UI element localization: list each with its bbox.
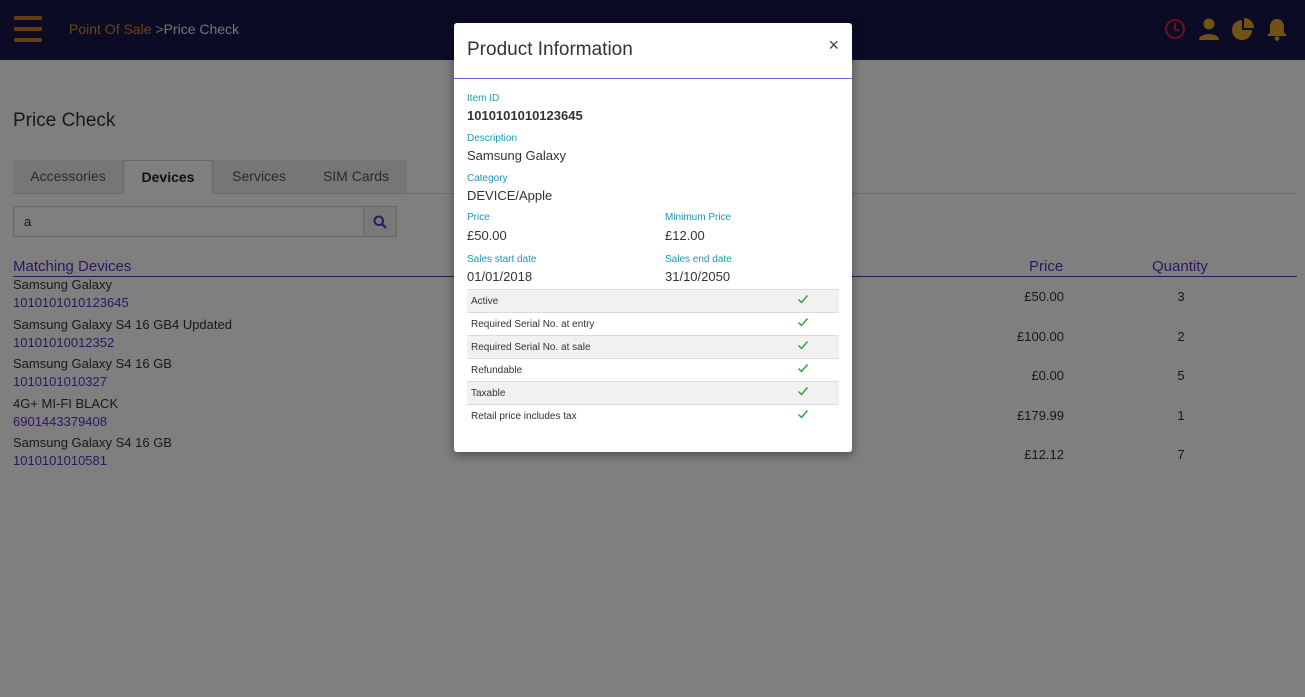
product-information-modal: Product Information × Item ID 1010101010… xyxy=(454,23,852,452)
flag-row: Taxable xyxy=(467,381,839,404)
sales-start-label: Sales start date xyxy=(467,254,537,265)
flag-row: Refundable xyxy=(467,358,839,381)
check-icon xyxy=(797,339,809,354)
sales-end-label: Sales end date xyxy=(665,254,732,265)
flag-label: Active xyxy=(471,296,499,307)
modal-title: Product Information xyxy=(467,39,633,60)
check-icon xyxy=(797,293,809,308)
price-label: Price xyxy=(467,212,490,223)
flag-label: Retail price includes tax xyxy=(471,411,577,422)
modal-header: Product Information × xyxy=(454,23,852,79)
category-label: Category xyxy=(467,173,508,184)
check-icon xyxy=(797,316,809,331)
check-icon xyxy=(797,385,809,400)
flag-label: Refundable xyxy=(471,365,523,376)
product-flags-table: Active Required Serial No. at entry Requ… xyxy=(467,289,839,427)
sales-start-value: 01/01/2018 xyxy=(467,269,533,284)
close-icon[interactable]: × xyxy=(828,36,839,54)
price-value: £50.00 xyxy=(467,228,507,243)
minimum-price-value: £12.00 xyxy=(665,228,705,243)
flag-label: Required Serial No. at entry xyxy=(471,319,595,330)
description-label: Description xyxy=(467,133,518,144)
flag-row: Active xyxy=(467,289,839,312)
flag-row: Required Serial No. at entry xyxy=(467,312,839,335)
check-icon xyxy=(797,408,809,423)
flag-label: Taxable xyxy=(471,388,506,399)
item-id-value: 1010101010123645 xyxy=(467,108,583,123)
item-id-label: Item ID xyxy=(467,93,500,104)
check-icon xyxy=(797,362,809,377)
sales-end-value: 31/10/2050 xyxy=(665,269,731,284)
minimum-price-label: Minimum Price xyxy=(665,212,732,223)
flag-row: Required Serial No. at sale xyxy=(467,335,839,358)
flag-row: Retail price includes tax xyxy=(467,404,839,427)
category-value: DEVICE/Apple xyxy=(467,188,553,203)
flag-label: Required Serial No. at sale xyxy=(471,342,591,353)
description-value: Samsung Galaxy xyxy=(467,148,566,163)
